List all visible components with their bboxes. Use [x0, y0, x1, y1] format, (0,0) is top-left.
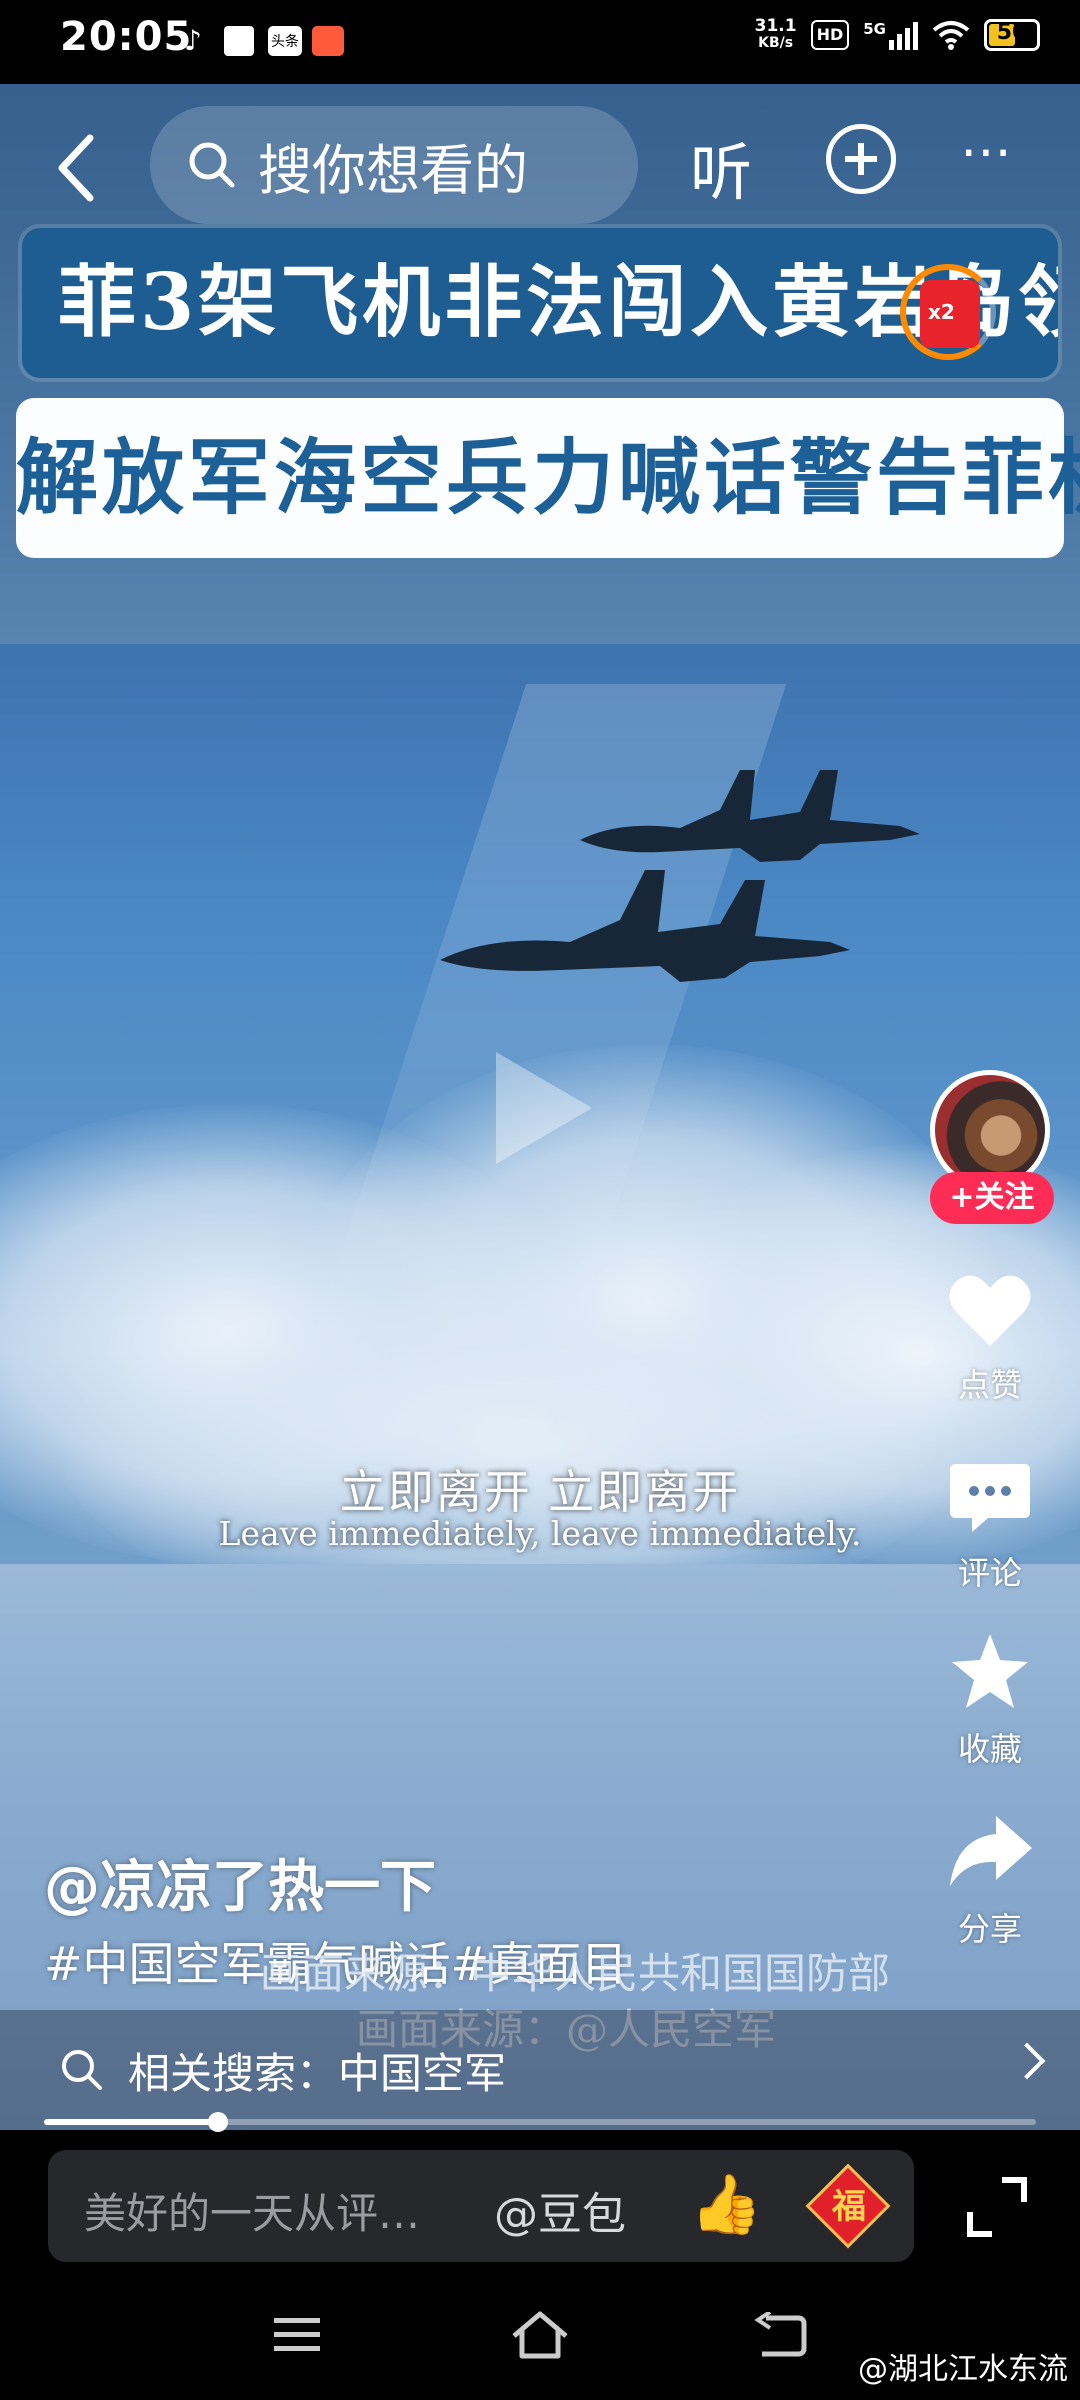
- share-button[interactable]: 分享: [930, 1812, 1050, 1950]
- follow-button[interactable]: +关注: [930, 1172, 1054, 1224]
- search-placeholder: 搜你想看的: [258, 138, 528, 202]
- heart-icon: [949, 1275, 1031, 1346]
- related-search-bar[interactable]: 相关搜索：中国空军: [0, 2010, 1080, 2130]
- add-icon[interactable]: [826, 124, 896, 194]
- wifi-icon: [932, 21, 970, 50]
- fu-character: 福: [832, 2187, 866, 2227]
- status-bar: 20:05 ♪ 头条 31.1 KB/s HD 5G 50: [0, 0, 1080, 84]
- calendar-notification-icon: [224, 26, 254, 56]
- battery-icon: 50: [984, 19, 1040, 51]
- signal-icon: 5G: [863, 20, 918, 50]
- status-right: 31.1 KB/s HD 5G 50: [755, 18, 1040, 52]
- app-notification-icon: [312, 26, 344, 56]
- fullscreen-icon[interactable]: [962, 2172, 1032, 2242]
- menu-icon[interactable]: [272, 2314, 322, 2354]
- status-time: 20:05: [60, 14, 193, 60]
- comment-label: 评论: [957, 1554, 1022, 1592]
- more-icon[interactable]: ⋯: [960, 122, 1018, 182]
- news-app-icon: 头条: [268, 26, 302, 56]
- back-arrow-icon[interactable]: [46, 128, 106, 208]
- favorite-button[interactable]: 收藏: [930, 1632, 1050, 1770]
- share-arrow-icon: [950, 1816, 1032, 1886]
- comment-icon: [950, 1464, 1030, 1532]
- like-label: 点赞: [957, 1366, 1022, 1404]
- chevron-right-icon: [1008, 2042, 1046, 2080]
- comment-button[interactable]: 评论: [930, 1460, 1050, 1594]
- headline-2: 解放军海空兵力喊话警告菲机: [16, 430, 1080, 526]
- listen-button[interactable]: 听: [690, 122, 752, 212]
- subtitle-chinese: 立即离开 立即离开: [339, 1465, 741, 1519]
- headline-banner-2: 解放军海空兵力喊话警告菲机: [16, 398, 1080, 558]
- play-icon[interactable]: [496, 1052, 592, 1164]
- share-label: 分享: [957, 1910, 1022, 1948]
- weibo-watermark: @湖北江水东流: [858, 2352, 1068, 2387]
- comment-input[interactable]: 美好的一天从评…: [84, 2180, 420, 2241]
- search-icon: [189, 142, 235, 188]
- thumbs-up-icon[interactable]: 👍: [690, 2170, 762, 2239]
- related-search-text: 相关搜索：中国空军: [128, 2048, 507, 2098]
- video-source-line-1: 画面来源：中华人民共和国国防部: [260, 1949, 891, 1998]
- author-name[interactable]: @凉凉了热一下: [44, 1842, 436, 1923]
- search-input[interactable]: 搜你想看的: [150, 106, 638, 224]
- favorite-label: 收藏: [957, 1730, 1022, 1768]
- network-speed: 31.1 KB/s: [754, 16, 797, 52]
- video-progress-handle[interactable]: [207, 2112, 228, 2132]
- home-icon[interactable]: [510, 2310, 570, 2360]
- fighter-jets-image: [440, 770, 920, 982]
- video-progress-fill: [44, 2119, 218, 2125]
- search-icon: [62, 2050, 102, 2090]
- hd-icon: HD: [810, 20, 850, 50]
- reward-multiplier: x2: [928, 300, 955, 324]
- mention-doubao-button[interactable]: @豆包: [494, 2178, 626, 2242]
- subtitle-english: Leave immediately, leave immediately.: [218, 1514, 862, 1553]
- like-button[interactable]: 点赞: [930, 1272, 1050, 1406]
- red-packet-reward-button[interactable]: x2: [900, 264, 996, 360]
- star-icon: [952, 1634, 1028, 1708]
- tiktok-notification-icon: ♪: [184, 24, 202, 57]
- back-icon[interactable]: [752, 2312, 808, 2358]
